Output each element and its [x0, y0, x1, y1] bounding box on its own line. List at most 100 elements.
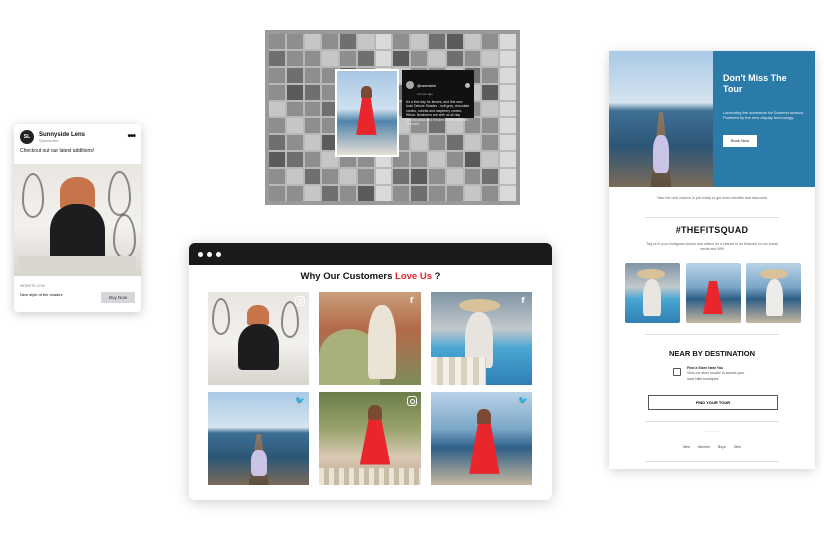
footer-links: Men Women Boys Girls	[609, 445, 815, 449]
footer-link-women[interactable]: Women	[698, 445, 710, 449]
social-post[interactable]: f	[430, 292, 532, 385]
gallery-photo[interactable]	[625, 263, 680, 323]
collage-tile	[464, 169, 481, 185]
window-dot-icon	[198, 251, 203, 257]
facebook-icon: f	[521, 296, 525, 305]
collage-tile	[375, 186, 392, 201]
collage-tile	[269, 152, 285, 168]
person-body	[238, 323, 279, 371]
collage-tile	[304, 67, 321, 83]
collage-tile	[375, 50, 392, 66]
photo-collage: @username 2 hours ago It's a fine day fo…	[265, 30, 520, 205]
email-gallery	[625, 263, 801, 323]
featured-photo[interactable]	[335, 69, 399, 157]
collage-tile	[464, 186, 481, 201]
store-icon	[673, 368, 681, 376]
divider	[645, 461, 779, 462]
collage-tile	[500, 118, 516, 134]
collage-tile	[393, 34, 410, 49]
book-now-button[interactable]: Book Now	[723, 134, 757, 147]
more-options-icon[interactable]: •••	[127, 132, 135, 142]
hero-text: Launching the adventure for Summer seaso…	[723, 109, 805, 121]
collage-tile	[482, 186, 499, 201]
post-text: It's a fine day for lenses, and this new…	[406, 100, 470, 127]
wallpaper-leaf	[212, 297, 231, 335]
hero-photo	[609, 51, 713, 187]
collage-tile	[340, 186, 356, 201]
bedsheet	[19, 255, 136, 276]
collage-tile	[304, 135, 321, 151]
email-note: Take the next chance to join today to ge…	[656, 196, 768, 200]
sun-hat	[760, 269, 788, 279]
divider	[645, 421, 779, 422]
collage-tile	[411, 152, 428, 168]
collage-tile	[500, 186, 516, 201]
sun-hat	[459, 299, 500, 313]
collage-tile	[269, 50, 285, 66]
ad-footer: WEBSITE.COM New style of the shades Buy …	[14, 284, 141, 303]
widget-title-prefix: Why Our Customers	[300, 271, 396, 282]
featured-post-card[interactable]: @username 2 hours ago It's a fine day fo…	[402, 70, 474, 126]
collage-tile	[482, 169, 499, 185]
hashtag-subtitle: Tag us in your Instagram photos and vide…	[646, 242, 778, 251]
buy-now-button[interactable]: Buy Now	[101, 292, 135, 303]
person-head	[367, 405, 383, 420]
gallery-photo[interactable]	[685, 263, 741, 323]
collage-tile	[286, 135, 303, 151]
social-post[interactable]: 🐦	[208, 392, 310, 485]
collage-tile	[429, 34, 445, 49]
collage-tile	[429, 152, 445, 168]
collage-tile	[411, 34, 428, 49]
collage-tile	[500, 135, 516, 151]
red-dress	[356, 96, 377, 135]
social-post[interactable]: f	[319, 292, 421, 385]
window-titlebar	[189, 243, 552, 265]
collage-tile	[340, 169, 356, 185]
social-post[interactable]: 🐦	[430, 392, 532, 485]
ad-caption: Checkout out our latest additions!	[20, 148, 95, 154]
footer-link-men[interactable]: Men	[683, 445, 690, 449]
collage-tile	[464, 34, 481, 49]
wallpaper-leaf	[113, 214, 136, 260]
ad-photo[interactable]	[14, 164, 141, 276]
instagram-icon	[406, 396, 417, 406]
collage-tile	[429, 50, 445, 66]
post-time: 2 hours ago	[417, 92, 433, 96]
person-body	[367, 305, 397, 380]
collage-tile	[322, 50, 339, 66]
ad-brand: Sunnyside Lens Sponsored	[39, 132, 85, 143]
collage-tile	[286, 118, 303, 134]
window-dot-icon	[207, 251, 212, 257]
widget-title-suffix: ?	[432, 271, 441, 282]
collage-tile	[411, 135, 428, 151]
collage-tile	[429, 169, 445, 185]
collage-tile	[357, 186, 374, 201]
divider	[645, 334, 779, 335]
footer-link-boys[interactable]: Boys	[718, 445, 726, 449]
gallery-photo[interactable]	[746, 263, 801, 323]
collage-tile	[269, 169, 285, 185]
social-posts-grid: f f 🐦 🐦	[208, 292, 532, 485]
ad-website[interactable]: WEBSITE.COM	[20, 284, 135, 288]
collage-tile	[464, 50, 481, 66]
widget-title: Why Our Customers Love Us ?	[189, 271, 552, 283]
social-post[interactable]	[208, 292, 310, 385]
brand-avatar[interactable]: SL	[20, 130, 34, 144]
collage-tile	[429, 186, 445, 201]
social-post[interactable]	[319, 392, 421, 485]
collage-tile	[429, 135, 445, 151]
hero-panel: Don't Miss The Tour Launching the advent…	[713, 51, 815, 187]
find-your-tour-button[interactable]: FIND YOUR TOUR	[648, 395, 778, 410]
red-dress	[359, 418, 391, 465]
hero-title: Don't Miss The Tour	[723, 73, 787, 95]
collage-tile	[322, 186, 339, 201]
collage-tile	[269, 135, 285, 151]
widget-title-highlight: Love Us	[395, 271, 432, 282]
collage-tile	[482, 101, 499, 117]
footer-link-girls[interactable]: Girls	[734, 445, 741, 449]
ad-header: SL Sunnyside Lens Sponsored •••	[14, 124, 141, 146]
divider	[645, 217, 779, 218]
collage-tile	[286, 84, 303, 100]
brand-name[interactable]: Sunnyside Lens	[39, 132, 85, 138]
twitter-icon: 🐦	[518, 396, 528, 405]
